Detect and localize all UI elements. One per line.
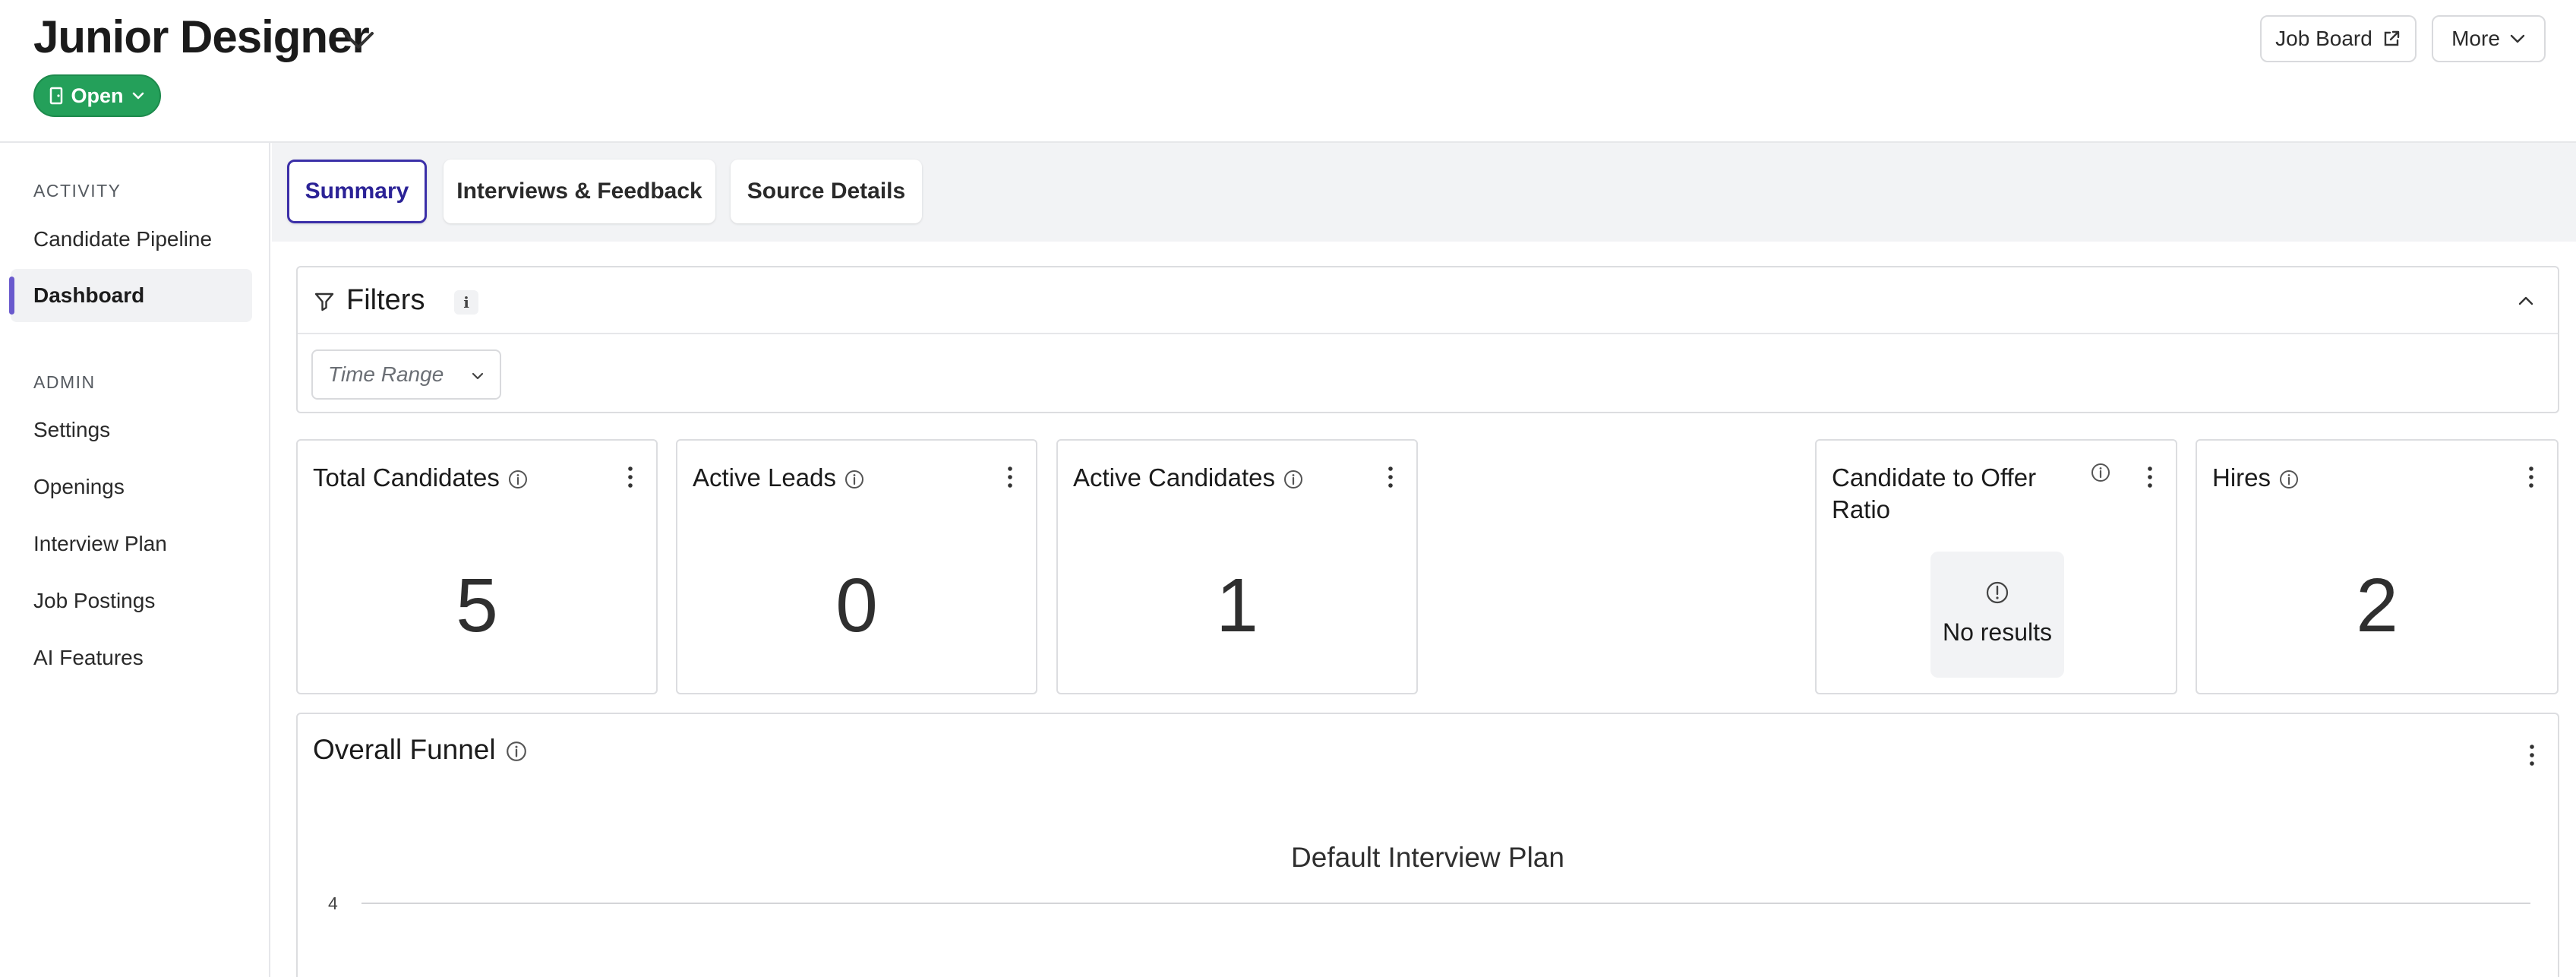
sidebar-item-label: Interview Plan [33, 532, 167, 555]
metric-title: Active Leads [693, 462, 951, 494]
job-board-label: Job Board [2275, 27, 2372, 50]
filters-info-icon[interactable]: i [454, 290, 478, 315]
kebab-menu-icon[interactable] [2527, 743, 2537, 767]
sidebar-item-label: Openings [33, 475, 125, 498]
funnel-title: Overall Funnel [313, 734, 528, 766]
empty-state: No results [1930, 552, 2064, 678]
metric-value: 0 [835, 563, 878, 648]
chevron-down-icon [472, 372, 484, 380]
funnel-title-text: Overall Funnel [313, 734, 496, 765]
metric-card-hires: Hires 2 [2196, 439, 2559, 694]
sidebar-item-ai-features[interactable]: AI Features [11, 631, 252, 685]
chart-gridline [361, 903, 2530, 904]
time-range-select[interactable]: Time Range [311, 349, 501, 400]
main-content: Summary Interviews & Feedback Source Det… [272, 143, 2576, 977]
time-range-placeholder: Time Range [328, 362, 444, 386]
info-icon[interactable] [2278, 469, 2300, 490]
job-status-label: Open [71, 84, 124, 107]
metric-value: 5 [456, 563, 498, 648]
sidebar-section-admin: ADMIN [33, 372, 96, 392]
y-axis-tick-label: 4 [328, 893, 338, 913]
job-header: Junior Designer Open Job Board More [0, 0, 2576, 143]
info-icon[interactable] [1283, 469, 1304, 490]
sidebar-item-label: Dashboard [33, 283, 145, 307]
metric-value: 1 [1216, 563, 1258, 648]
metric-card-total-candidates: Total Candidates 5 [296, 439, 658, 694]
metric-value: 2 [2356, 563, 2398, 648]
metric-title: Total Candidates [313, 462, 571, 494]
sidebar-item-settings[interactable]: Settings [11, 403, 252, 457]
tab-summary[interactable]: Summary [287, 160, 427, 223]
filters-title: Filters [346, 284, 425, 316]
more-button[interactable]: More [2432, 15, 2546, 62]
info-icon[interactable] [507, 469, 529, 490]
sidebar-item-dashboard[interactable]: Dashboard [9, 269, 252, 322]
info-icon[interactable] [2090, 462, 2111, 483]
kebab-menu-icon[interactable] [2145, 465, 2155, 489]
metric-card-active-candidates: Active Candidates 1 [1056, 439, 1418, 694]
sidebar-item-label: Job Postings [33, 589, 156, 612]
dashboard-tabs: Summary Interviews & Feedback Source Det… [272, 143, 2576, 242]
tab-source-details[interactable]: Source Details [731, 160, 922, 223]
empty-state-text: No results [1942, 618, 2053, 646]
metric-title: Candidate to Offer Ratio [1832, 463, 2037, 523]
chevron-down-icon [132, 92, 144, 100]
metric-title-text: Total Candidates [313, 463, 500, 492]
sidebar-item-label: Settings [33, 418, 111, 441]
alert-circle-icon [1986, 581, 2009, 604]
filter-icon [314, 292, 334, 311]
metric-card-candidate-to-offer-ratio: Candidate to Offer Ratio No results [1815, 439, 2177, 694]
more-label: More [2451, 27, 2500, 50]
sidebar-item-label: Candidate Pipeline [33, 227, 213, 251]
sidebar-item-label: AI Features [33, 646, 144, 669]
metric-title-text: Active Leads [693, 463, 836, 492]
kebab-menu-icon[interactable] [1386, 465, 1395, 489]
kebab-menu-icon[interactable] [2527, 465, 2536, 489]
chevron-up-icon[interactable] [2515, 290, 2537, 311]
metric-title-text: Hires [2212, 463, 2271, 492]
overall-funnel-card: Overall Funnel Default Interview Plan 4 [296, 713, 2559, 977]
sidebar-item-job-postings[interactable]: Job Postings [11, 574, 252, 628]
door-icon [50, 87, 63, 105]
sidebar-item-interview-plan[interactable]: Interview Plan [11, 517, 252, 571]
metric-card-active-leads: Active Leads 0 [676, 439, 1037, 694]
metric-title-text: Active Candidates [1073, 463, 1275, 492]
job-status-dropdown[interactable]: Open [33, 74, 161, 117]
chevron-down-icon [2510, 34, 2525, 43]
kebab-menu-icon[interactable] [1005, 465, 1015, 489]
sidebar-item-candidate-pipeline[interactable]: Candidate Pipeline [11, 213, 252, 266]
metric-title: Hires [2212, 462, 2470, 494]
job-board-button[interactable]: Job Board [2260, 15, 2417, 62]
job-title: Junior Designer [33, 11, 370, 62]
external-link-icon [2384, 30, 2400, 46]
sidebar-section-activity: ACTIVITY [33, 181, 122, 201]
tab-interviews-feedback[interactable]: Interviews & Feedback [444, 160, 715, 223]
filters-panel: Filters i Time Range [296, 266, 2559, 413]
funnel-chart-title: Default Interview Plan [1291, 842, 1564, 873]
info-icon[interactable] [844, 469, 865, 490]
info-icon[interactable] [505, 740, 528, 763]
sidebar-item-openings[interactable]: Openings [11, 460, 252, 514]
metric-title: Active Candidates [1073, 462, 1331, 494]
kebab-menu-icon[interactable] [626, 465, 635, 489]
job-switcher-chevron-icon[interactable] [339, 23, 378, 56]
filters-header[interactable]: Filters i [298, 267, 2558, 334]
sidebar: ACTIVITY Candidate Pipeline Dashboard AD… [0, 143, 270, 977]
